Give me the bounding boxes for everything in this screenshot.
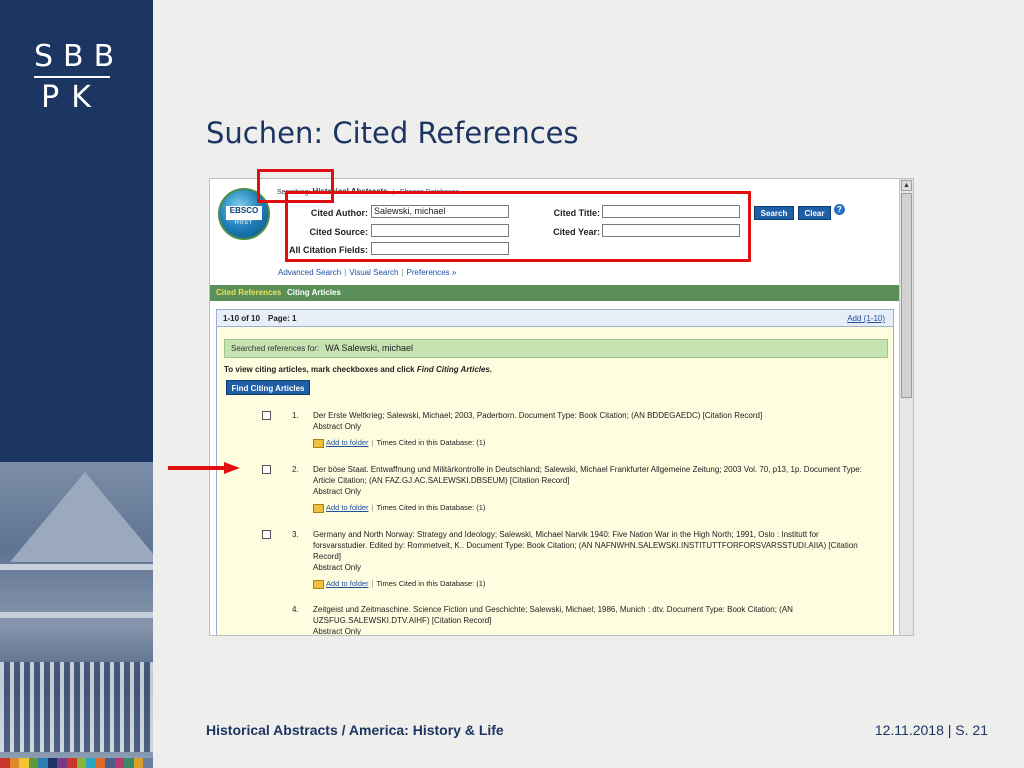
times-cited: Times Cited in this Database: (1) — [376, 438, 486, 447]
color-strip-segment — [57, 758, 67, 768]
sbb-pk-logo: SBB PK — [34, 39, 125, 115]
times-cited: Times Cited in this Database: (1) — [376, 579, 486, 588]
add-to-folder-link[interactable]: Add to folder — [326, 438, 369, 447]
result-number: 3. — [292, 530, 299, 539]
photo-band — [0, 564, 153, 570]
results-page: Page: 1 — [268, 314, 297, 323]
folder-icon — [313, 503, 324, 513]
results-panel: 1-10 of 10 Page: 1 Add (1-10) Searched r… — [216, 309, 894, 636]
times-cited: Times Cited in this Database: (1) — [376, 503, 486, 512]
tab-cited-references[interactable]: Cited References — [216, 288, 281, 297]
color-strip-segment — [133, 758, 144, 768]
result-citation: Der böse Staat. Entwaffnung und Militärk… — [313, 464, 873, 497]
clear-button[interactable]: Clear — [798, 206, 831, 220]
result-text: Zeitgeist und Zeitmaschine. Science Fict… — [313, 605, 793, 625]
separator: | — [401, 268, 404, 277]
add-all-link[interactable]: Add (1-10) — [847, 314, 885, 323]
vertical-scrollbar[interactable]: ▲ ▼ — [899, 179, 913, 635]
result-number: 4. — [292, 605, 299, 614]
annotation-arrow-icon — [168, 462, 240, 474]
separator: | — [371, 438, 374, 447]
result-actions: Add to folder | Times Cited in this Databa… — [313, 502, 873, 513]
result-abstract: Abstract Only — [313, 487, 362, 496]
instruction-action: Find Citing Articles. — [416, 365, 493, 374]
photo-band — [0, 612, 153, 618]
result-citation: Germany and North Norway: Strategy and I… — [313, 529, 873, 573]
tab-citing-articles[interactable]: Citing Articles — [287, 288, 341, 297]
result-text: Der Erste Weltkrieg; Salewski, Michael; … — [313, 411, 763, 420]
color-strip-segment — [105, 758, 115, 768]
logo-line-2: PK — [41, 80, 103, 115]
result-number: 2. — [292, 465, 299, 474]
result-number: 1. — [292, 411, 299, 420]
help-icon[interactable]: ? — [834, 204, 845, 215]
building-photo — [0, 462, 153, 758]
searched-for-bar: Searched references for: WA Salewski, mi… — [224, 339, 888, 358]
footer-page: S. 21 — [955, 722, 988, 738]
folder-icon — [313, 438, 324, 448]
sidebar: SBB PK — [0, 0, 153, 768]
color-strip-segment — [143, 758, 153, 768]
results-range: 1-10 of 10 — [223, 314, 260, 323]
footer-separator: | — [947, 722, 952, 738]
photo-columns — [0, 662, 153, 752]
color-strip-segment — [28, 758, 39, 768]
color-strip-segment — [38, 758, 48, 768]
result-checkbox[interactable] — [262, 411, 271, 420]
searched-for-label: Searched references for: — [231, 344, 320, 353]
advanced-search-link[interactable]: Advanced Search — [278, 268, 341, 277]
color-strip — [0, 758, 153, 768]
color-strip-segment — [19, 758, 29, 768]
color-strip-segment — [47, 758, 58, 768]
slide-title: Suchen: Cited References — [206, 116, 579, 150]
ebsco-logo-text: EBSCO — [226, 206, 262, 220]
searched-for-value: WA Salewski, michael — [325, 343, 413, 353]
separator: | — [371, 503, 374, 512]
add-to-folder-link[interactable]: Add to folder — [326, 579, 369, 588]
scroll-thumb[interactable] — [901, 193, 912, 398]
result-checkbox[interactable] — [262, 530, 271, 539]
search-button[interactable]: Search — [754, 206, 794, 220]
results-tab-bar: Cited References Citing Articles — [210, 285, 901, 301]
folder-icon — [313, 579, 324, 589]
color-strip-segment — [124, 758, 134, 768]
logo-rule — [34, 76, 110, 78]
scroll-up-icon[interactable]: ▲ — [901, 180, 912, 191]
footer-title: Historical Abstracts / America: History … — [206, 722, 504, 738]
result-text: Germany and North Norway: Strategy and I… — [313, 530, 858, 561]
result-abstract: Abstract Only — [313, 422, 362, 431]
result-text: Der böse Staat. Entwaffnung und Militärk… — [313, 465, 862, 485]
color-strip-segment — [0, 758, 10, 768]
find-citing-articles-button[interactable]: Find Citing Articles — [226, 380, 310, 395]
ebsco-host-text: HOST — [235, 220, 253, 226]
visual-search-link[interactable]: Visual Search — [349, 268, 398, 277]
preferences-link[interactable]: Preferences » — [407, 268, 457, 277]
instruction-prefix: To view citing articles, mark checkboxes… — [224, 365, 415, 374]
search-links: Advanced Search | Visual Search | Preference… — [278, 268, 456, 277]
result-abstract: Abstract Only — [313, 563, 362, 572]
result-actions: Add to folder | Times Cited in this Databa… — [313, 437, 873, 448]
logo-line-1: SBB — [34, 39, 125, 74]
color-strip-segment — [9, 758, 20, 768]
result-checkbox[interactable] — [262, 465, 271, 474]
result-abstract: Abstract Only — [313, 627, 362, 636]
result-citation: Zeitgeist und Zeitmaschine. Science Fict… — [313, 604, 873, 636]
results-header: 1-10 of 10 Page: 1 Add (1-10) — [217, 310, 893, 327]
color-strip-segment — [76, 758, 87, 768]
color-strip-segment — [114, 758, 125, 768]
color-strip-segment — [86, 758, 96, 768]
instruction-text: To view citing articles, mark checkboxes… — [224, 365, 492, 374]
color-strip-segment — [66, 758, 77, 768]
result-citation: Der Erste Weltkrieg; Salewski, Michael; … — [313, 410, 873, 432]
annotation-box-search-form — [285, 191, 751, 262]
footer-date: 12.11.2018 — [874, 722, 944, 738]
separator: | — [371, 579, 374, 588]
pediment-shape — [10, 472, 153, 562]
color-strip-segment — [95, 758, 106, 768]
add-to-folder-link[interactable]: Add to folder — [326, 503, 369, 512]
separator: | — [344, 268, 347, 277]
result-actions: Add to folder | Times Cited in this Databa… — [313, 578, 873, 589]
footer-meta: 12.11.2018 | S. 21 — [875, 722, 988, 738]
